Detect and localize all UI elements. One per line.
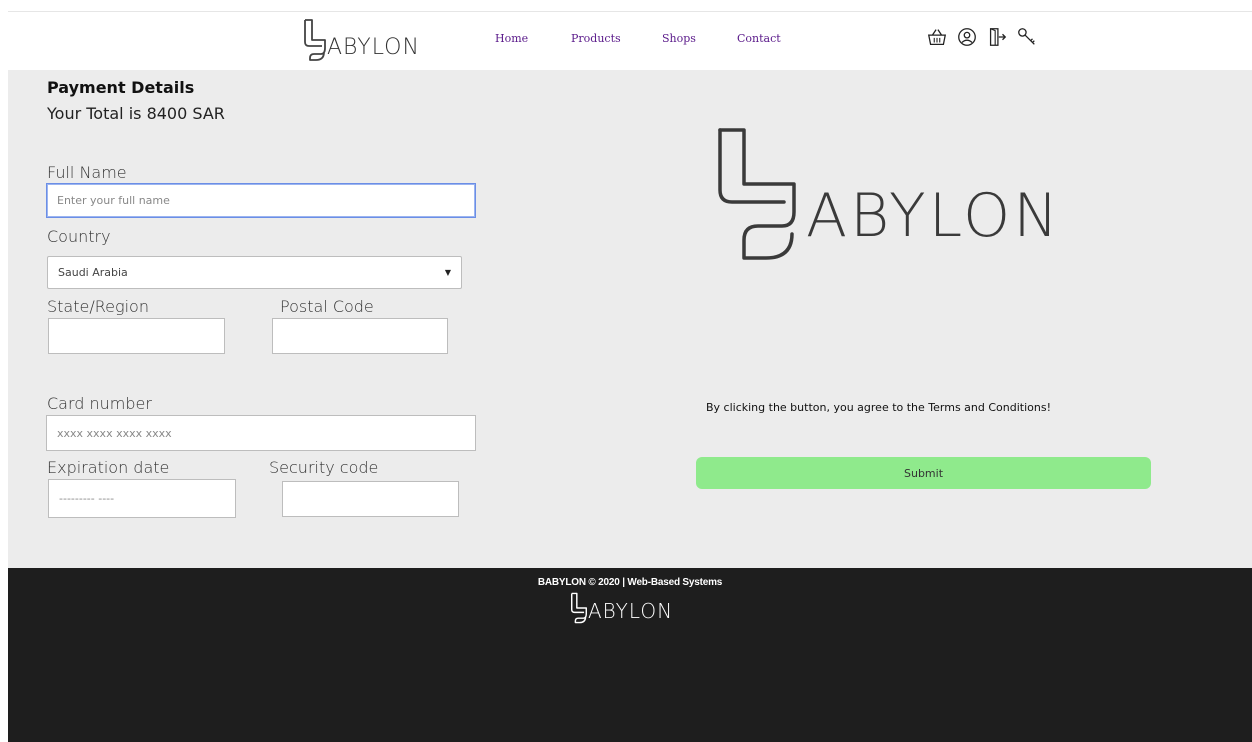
nav-contact[interactable]: Contact [737, 32, 781, 45]
chevron-down-icon: ▼ [444, 268, 451, 277]
terms-notice: By clicking the button, you agree to the… [706, 401, 1052, 414]
logout-icon[interactable] [986, 26, 1008, 48]
payment-heading: Payment Details [47, 78, 195, 97]
postal-code-input[interactable] [272, 318, 448, 354]
full-name-label: Full Name [47, 163, 127, 182]
basket-icon[interactable] [926, 26, 948, 48]
logo-brand-text: ABYLON [806, 181, 1061, 251]
nav-shops[interactable]: Shops [662, 32, 696, 45]
footer-logo: ABYLON [568, 592, 673, 624]
nav-home[interactable]: Home [495, 32, 528, 45]
expiration-label: Expiration date [47, 458, 170, 477]
security-code-input[interactable] [282, 481, 459, 517]
card-number-label: Card number [47, 394, 152, 413]
babylon-logo-mark [304, 19, 326, 61]
state-label: State/Region [47, 297, 149, 316]
header-logo[interactable]: ABYLON [302, 18, 420, 62]
order-total: Your Total is 8400 SAR [47, 104, 225, 123]
full-name-input[interactable] [46, 183, 476, 218]
payment-section: Payment Details Your Total is 8400 SAR F… [8, 70, 1252, 568]
site-header: ABYLON Home Products Shops Contact [8, 12, 1252, 70]
country-selected-value: Saudi Arabia [58, 266, 128, 279]
expiration-input[interactable] [48, 479, 236, 518]
user-icon[interactable] [956, 26, 978, 48]
key-icon[interactable] [1016, 26, 1038, 48]
submit-button[interactable]: Submit [696, 457, 1151, 489]
state-input[interactable] [48, 318, 225, 354]
header-brand-text: ABYLON [327, 35, 420, 60]
postal-code-label: Postal Code [280, 297, 374, 316]
babylon-logo: ABYLON [718, 128, 1061, 260]
nav-products[interactable]: Products [571, 32, 621, 45]
copyright-text: BABYLON © 2020 | Web-Based Systems [537, 577, 723, 588]
card-number-input[interactable] [46, 415, 476, 451]
header-icons [926, 26, 1038, 48]
country-label: Country [47, 227, 111, 246]
main-logo: ABYLON [714, 126, 1134, 270]
footer-brand-text: ABYLON [588, 599, 674, 623]
security-code-label: Security code [269, 458, 379, 477]
site-footer: BABYLON © 2020 | Web-Based Systems ABYLO… [8, 568, 1252, 742]
country-select[interactable]: Saudi Arabia ▼ [47, 256, 462, 289]
footer-logo-mark [571, 592, 587, 624]
